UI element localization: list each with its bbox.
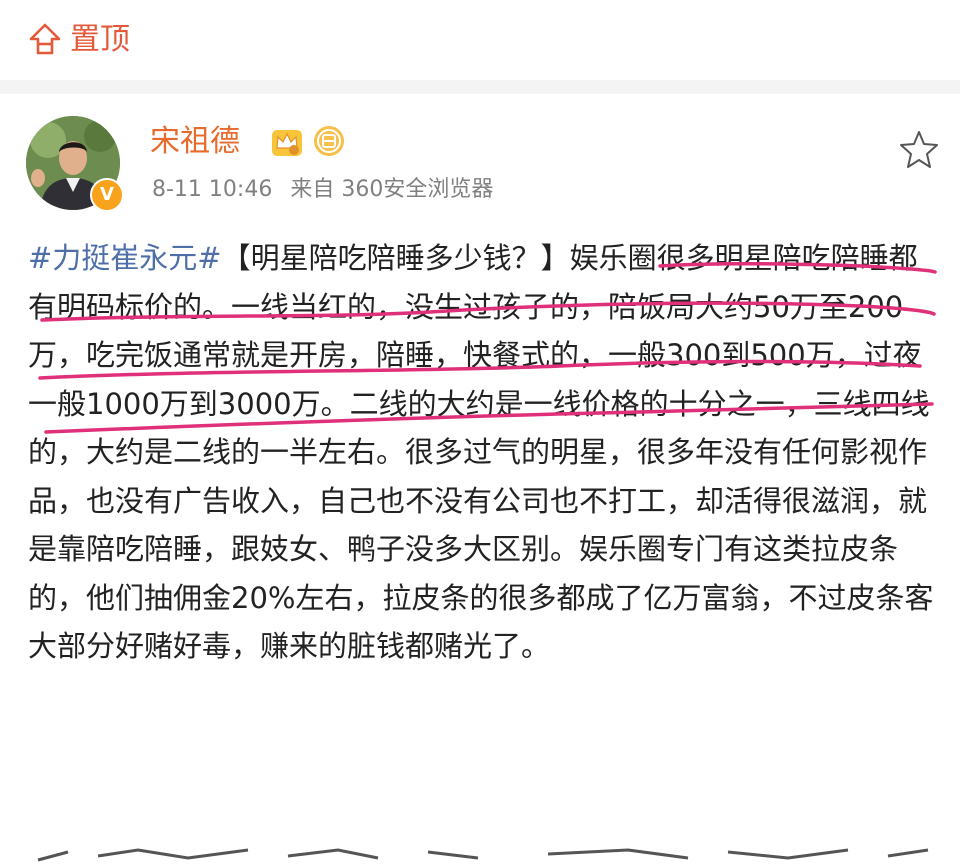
post-body-text: 【明星陪吃陪睡多少钱？】娱乐圈很多明星陪吃陪睡都有明码标价的。一线当红的，没生过… — [28, 241, 934, 663]
next-line-cut-off — [37, 848, 929, 862]
topic-hashtag[interactable]: #力挺崔永元# — [28, 241, 222, 275]
weibo-post: V 宋祖德 8-11 10:46 来自 360安全浏览器 #力挺崔永元#【明星陪吃… — [0, 94, 960, 862]
author-name[interactable]: 宋祖德 — [150, 122, 240, 162]
pin-label[interactable]: 置顶 — [70, 20, 130, 60]
section-divider — [0, 80, 960, 94]
top-bar: 置顶 — [0, 0, 960, 80]
verified-badge: V — [90, 178, 124, 212]
post-source: 来自 360安全浏览器 — [290, 177, 494, 202]
pin-to-top-icon[interactable] — [28, 22, 62, 56]
post-timestamp[interactable]: 8-11 10:46 — [152, 177, 272, 202]
post-meta: 8-11 10:46 来自 360安全浏览器 — [152, 174, 493, 206]
post-body: #力挺崔永元#【明星陪吃陪睡多少钱？】娱乐圈很多明星陪吃陪睡都有明码标价的。一线… — [28, 234, 940, 671]
star-icon[interactable] — [898, 128, 940, 170]
crown-vip-icon[interactable] — [270, 126, 304, 158]
fan-badge-icon[interactable] — [312, 124, 346, 158]
